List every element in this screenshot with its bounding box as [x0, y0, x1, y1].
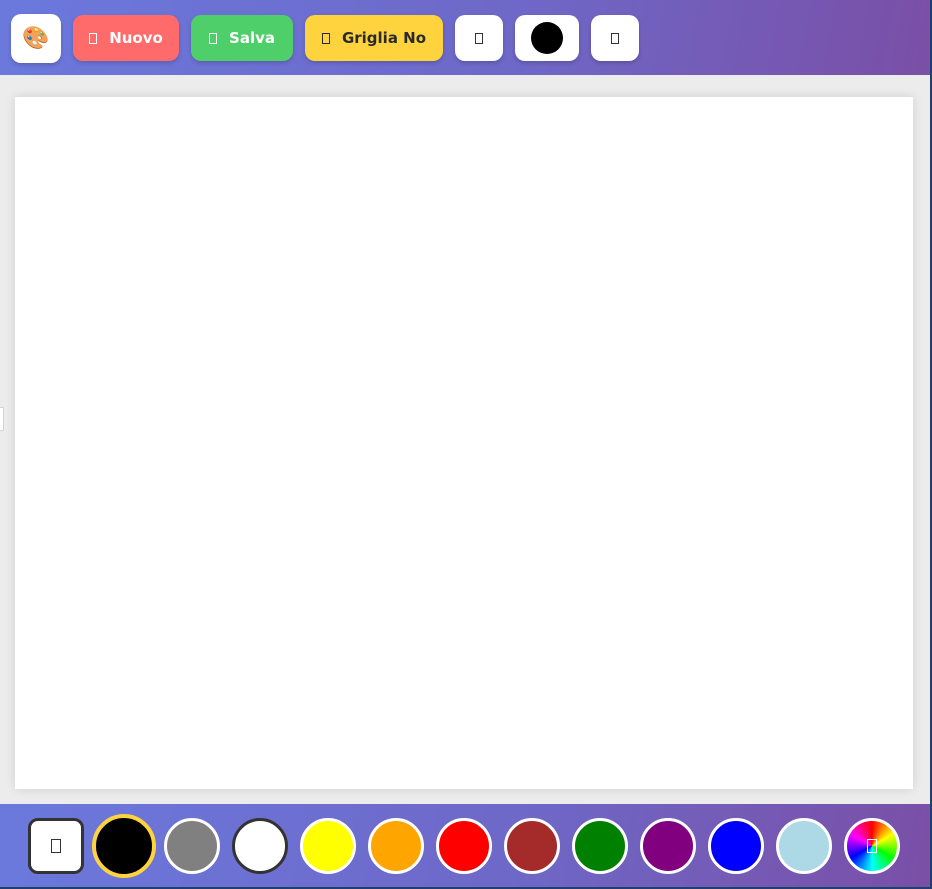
- save-button[interactable]: Salva: [191, 15, 293, 61]
- color-swatch-yellow[interactable]: [300, 818, 356, 874]
- drawing-app: 🎨 Nuovo Salva Griglia No: [0, 0, 932, 889]
- tool-button-right[interactable]: [591, 15, 639, 61]
- grid-button-label: Griglia No: [341, 29, 427, 47]
- tool-icon: [475, 32, 483, 44]
- custom-color-picker[interactable]: [844, 818, 900, 874]
- save-button-label: Salva: [229, 29, 275, 47]
- drawing-canvas[interactable]: [15, 97, 913, 789]
- top-toolbar: 🎨 Nuovo Salva Griglia No: [0, 0, 930, 75]
- color-swatch-red[interactable]: [436, 818, 492, 874]
- brush-size-icon: [531, 22, 563, 54]
- color-swatch-gray[interactable]: [164, 818, 220, 874]
- grid-icon: [321, 32, 330, 44]
- side-handle[interactable]: [0, 407, 4, 431]
- color-swatch-blue[interactable]: [708, 818, 764, 874]
- color-swatch-black[interactable]: [92, 814, 156, 878]
- color-swatch-orange[interactable]: [368, 818, 424, 874]
- brush-size-button[interactable]: [515, 15, 579, 61]
- grid-toggle-button[interactable]: Griglia No: [305, 15, 443, 61]
- color-swatch-purple[interactable]: [640, 818, 696, 874]
- new-button-label: Nuovo: [109, 29, 163, 47]
- color-picker-icon: [867, 839, 877, 853]
- color-palette-bar: [0, 804, 930, 887]
- tool-button-left[interactable]: [455, 15, 503, 61]
- palette-icon: 🎨: [22, 25, 50, 51]
- color-swatch-green[interactable]: [572, 818, 628, 874]
- palette-button[interactable]: 🎨: [11, 14, 61, 63]
- new-button[interactable]: Nuovo: [73, 15, 179, 61]
- color-swatch-white[interactable]: [232, 818, 288, 874]
- tool-icon: [611, 32, 619, 44]
- color-swatch-lightblue[interactable]: [776, 818, 832, 874]
- save-icon: [209, 32, 218, 44]
- eraser-icon: [51, 839, 61, 853]
- color-swatch-brown[interactable]: [504, 818, 560, 874]
- eraser-button[interactable]: [28, 818, 84, 874]
- new-file-icon: [89, 32, 98, 44]
